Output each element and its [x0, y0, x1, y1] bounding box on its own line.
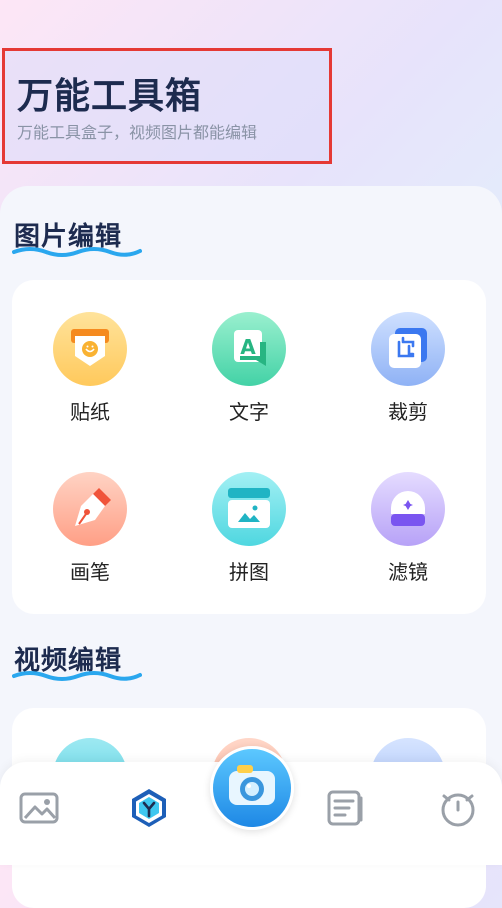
bottom-nav-bar	[0, 746, 502, 865]
title-underline-squiggle	[12, 247, 142, 257]
tool-label: 裁剪	[388, 400, 428, 424]
notes-icon	[327, 790, 363, 826]
text-icon: A	[212, 312, 286, 386]
app-subtitle: 万能工具盒子，视频图片都能编辑	[17, 123, 258, 142]
filter-icon	[371, 472, 445, 546]
title-underline-squiggle	[12, 671, 142, 681]
nav-clock-button[interactable]	[436, 786, 480, 830]
app-title: 万能工具箱	[17, 76, 203, 117]
gallery-icon	[19, 792, 59, 824]
camera-icon	[229, 765, 275, 805]
image-tools-card: 贴纸 A 文字 裁剪 画笔 拼图 滤镜	[12, 280, 486, 614]
tool-label: 拼图	[229, 560, 269, 584]
sticker-icon	[53, 312, 127, 386]
crop-icon	[371, 312, 445, 386]
tool-label: 画笔	[70, 560, 110, 584]
nav-camera-button[interactable]	[210, 746, 294, 830]
tool-label: 文字	[229, 400, 269, 424]
tool-label: 贴纸	[70, 400, 110, 424]
svg-text:A: A	[240, 335, 256, 359]
tool-crop[interactable]: 裁剪	[348, 312, 468, 425]
tool-label: 滤镜	[388, 560, 428, 584]
tool-filter[interactable]: 滤镜	[348, 472, 468, 585]
collage-icon	[212, 472, 286, 546]
clock-icon	[441, 793, 475, 827]
nav-notes-button[interactable]	[323, 786, 367, 830]
tools-hex-icon	[132, 789, 166, 827]
tool-pen[interactable]: 画笔	[30, 472, 150, 585]
header-highlight-box: 万能工具箱 万能工具盒子，视频图片都能编辑	[2, 48, 332, 164]
tool-text[interactable]: A 文字	[189, 312, 309, 425]
nav-gallery-button[interactable]	[17, 786, 61, 830]
tool-sticker[interactable]: 贴纸	[30, 312, 150, 425]
nav-tools-button[interactable]	[127, 786, 171, 830]
tool-collage[interactable]: 拼图	[189, 472, 309, 585]
pen-icon	[53, 472, 127, 546]
